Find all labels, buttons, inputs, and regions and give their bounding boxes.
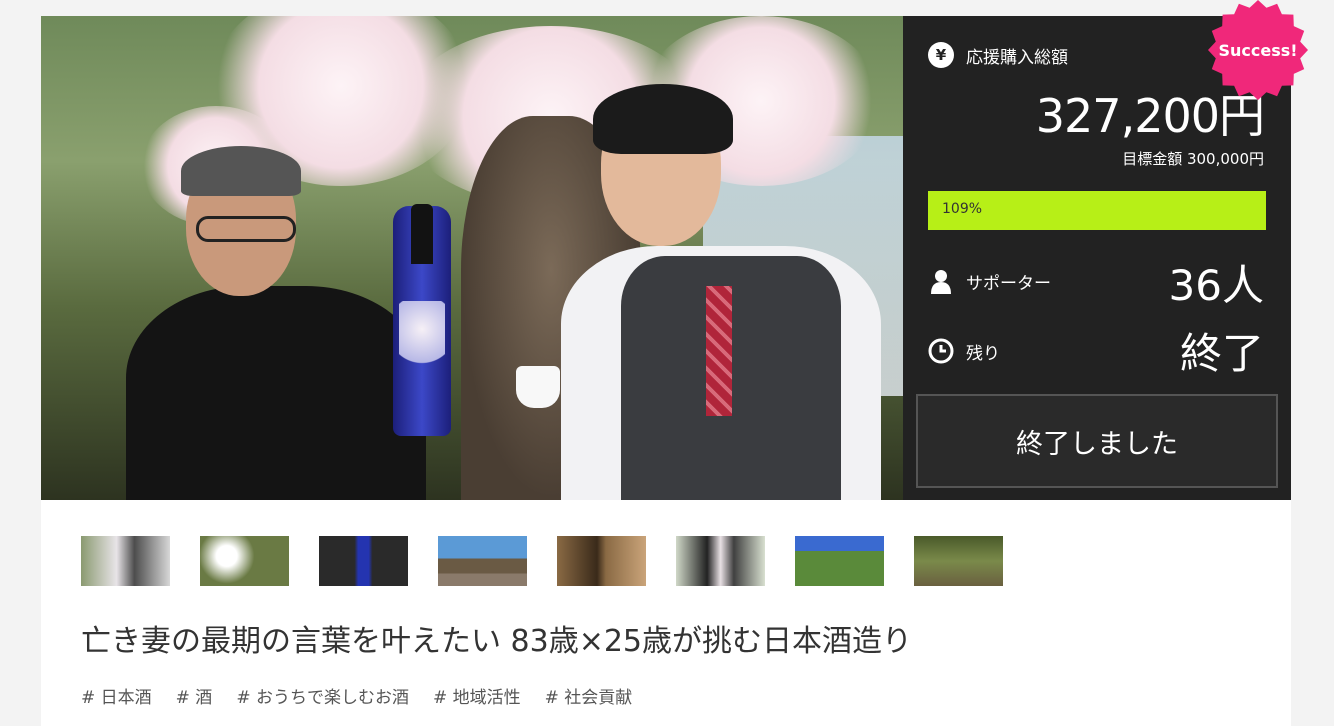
yen-icon: ¥: [928, 42, 954, 68]
project-main-photo[interactable]: [41, 16, 903, 500]
remaining-value: 終了: [1179, 329, 1264, 378]
supporters-count: 36人: [1168, 261, 1264, 310]
thumbnail-4[interactable]: [438, 536, 527, 586]
goal-amount: 目標金額 300,000円: [1122, 150, 1264, 168]
thumbnail-2[interactable]: [200, 536, 289, 586]
photo-thumbnails: [81, 536, 1003, 586]
thumbnail-5[interactable]: [557, 536, 646, 586]
ended-button[interactable]: 終了しました: [916, 394, 1278, 488]
supporters-label: サポーター: [966, 273, 1051, 294]
project-title: 亡き妻の最期の言葉を叶えたい 83歳×25歳が挑む日本酒造り: [81, 624, 913, 659]
thumbnail-7[interactable]: [795, 536, 884, 586]
tag-link[interactable]: # 日本酒: [81, 683, 152, 708]
success-badge-text: Success!: [1218, 40, 1298, 60]
thumbnail-8[interactable]: [914, 536, 1003, 586]
tag-link[interactable]: # 酒: [176, 683, 213, 708]
tag-link[interactable]: # おうちで楽しむお酒: [236, 683, 409, 708]
sake-cup: [516, 366, 560, 408]
tag-list: # 日本酒 # 酒 # おうちで楽しむお酒 # 地域活性 # 社会貢献: [81, 683, 632, 708]
young-man-figure: [541, 76, 901, 500]
thumbnail-1[interactable]: [81, 536, 170, 586]
total-amount-label: 応援購入総額: [966, 47, 1068, 68]
tag-link[interactable]: # 地域活性: [433, 683, 521, 708]
thumbnail-3[interactable]: [319, 536, 408, 586]
tag-link[interactable]: # 社会貢献: [545, 683, 633, 708]
progress-percent: 109%: [942, 201, 983, 217]
clock-icon: [928, 338, 954, 364]
person-icon: [928, 268, 954, 294]
success-badge: Success!: [1208, 0, 1308, 100]
project-card: ¥ 応援購入総額 327,200円 目標金額 300,000円 109% サポー…: [41, 16, 1291, 726]
thumbnail-6[interactable]: [676, 536, 765, 586]
remaining-label: 残り: [966, 343, 1000, 364]
progress-bar: 109%: [928, 191, 1266, 230]
